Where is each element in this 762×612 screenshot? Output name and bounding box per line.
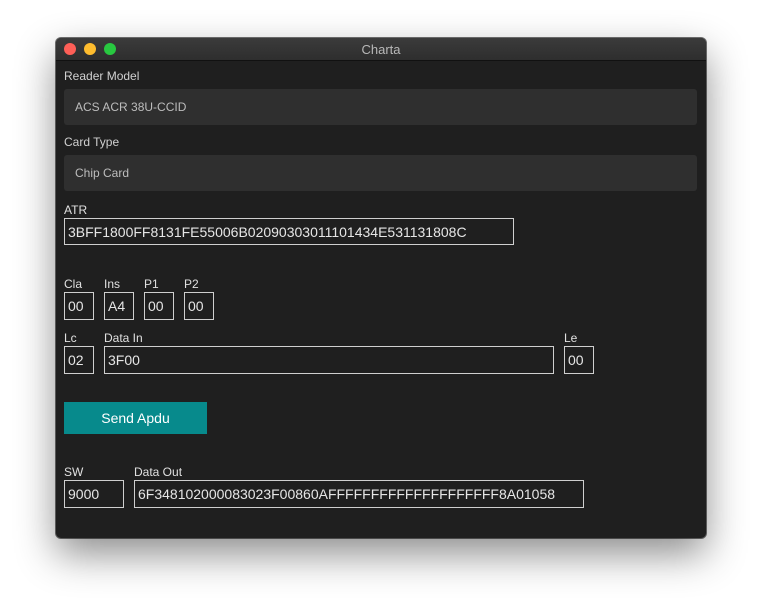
- p1-label: P1: [144, 277, 159, 291]
- p1-field[interactable]: 00: [144, 292, 174, 320]
- cla-field[interactable]: 00: [64, 292, 94, 320]
- reader-model-label: Reader Model: [64, 69, 140, 83]
- lc-field[interactable]: 02: [64, 346, 94, 374]
- data-out-field[interactable]: 6F348102000083023F00860AFFFFFFFFFFFFFFFF…: [134, 480, 584, 508]
- window-title: Charta: [361, 42, 401, 57]
- reader-model-field[interactable]: ACS ACR 38U-CCID: [64, 89, 697, 125]
- sw-label: SW: [64, 465, 84, 479]
- data-in-label: Data In: [104, 331, 143, 345]
- atr-field[interactable]: 3BFF1800FF8131FE55006B02090303011101434E…: [64, 218, 514, 245]
- data-out-label: Data Out: [134, 465, 183, 479]
- le-field[interactable]: 00: [564, 346, 594, 374]
- p2-field[interactable]: 00: [184, 292, 214, 320]
- card-type-field[interactable]: Chip Card: [64, 155, 697, 191]
- cla-label: Cla: [64, 277, 83, 291]
- lc-label: Lc: [64, 331, 77, 345]
- atr-label: ATR: [64, 203, 88, 217]
- card-type-label: Card Type: [64, 135, 120, 149]
- app-window: Charta Reader Model ACS ACR 38U-CCID Car…: [56, 38, 706, 538]
- data-in-field[interactable]: 3F00: [104, 346, 554, 374]
- sw-field[interactable]: 9000: [64, 480, 124, 508]
- send-apdu-button[interactable]: Send Apdu: [64, 402, 207, 434]
- title-bar[interactable]: Charta: [56, 38, 706, 61]
- p2-label: P2: [184, 277, 199, 291]
- le-label: Le: [564, 331, 578, 345]
- ins-label: Ins: [104, 277, 121, 291]
- ins-field[interactable]: A4: [104, 292, 134, 320]
